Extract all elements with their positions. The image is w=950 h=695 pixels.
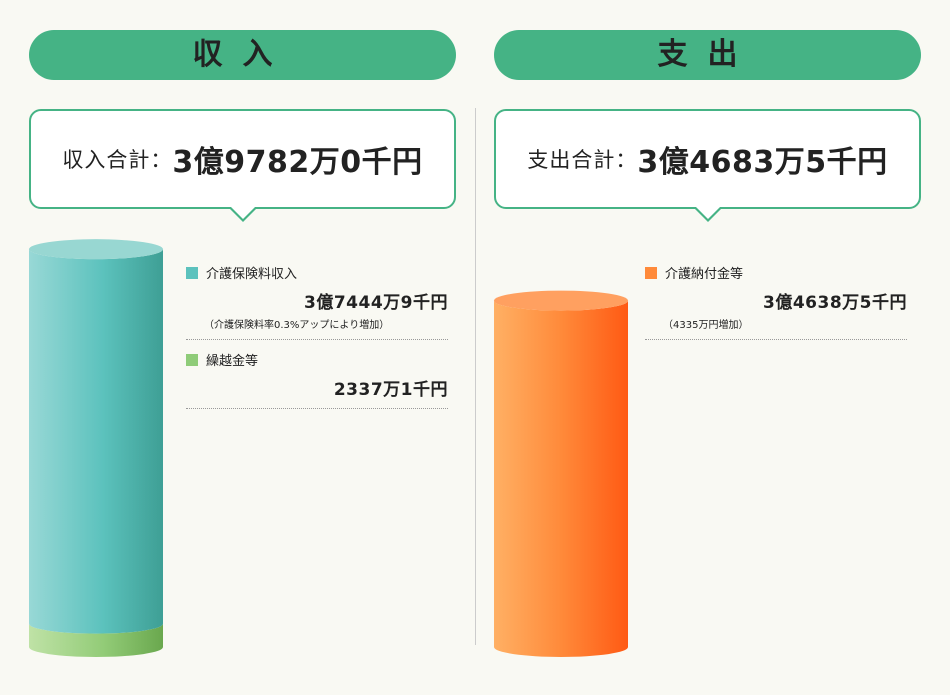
income-legend: 介護保険料収入 3億7444万9千円 （介護保険料率0.3%アップにより増加） … [186, 263, 448, 419]
legend-note: （4335万円増加） [663, 320, 749, 331]
legend-amount: 2337万1千円 [333, 380, 448, 400]
expense-legend: 介護納付金等 3億4638万5千円 （4335万円増加） [645, 263, 907, 350]
legend-item-payment: 介護納付金等 3億4638万5千円 （4335万円増加） [645, 263, 907, 340]
legend-swatch [186, 353, 198, 366]
legend-item-carryover: 繰越金等 2337万1千円 [186, 350, 448, 409]
legend-item-premium: 介護保険料収入 3億7444万9千円 （介護保険料率0.3%アップにより増加） [186, 263, 448, 340]
bar-payment [494, 300, 628, 657]
legend-label: 介護納付金等 [665, 267, 744, 282]
bar-payment-top [494, 290, 628, 311]
legend-amount: 3億7444万9千円 [304, 293, 448, 313]
bar-premium-top [29, 239, 163, 260]
legend-note: （介護保険料率0.3%アップにより増加） [204, 320, 390, 331]
legend-label: 繰越金等 [206, 354, 259, 369]
legend-swatch [186, 266, 198, 279]
legend-label: 介護保険料収入 [206, 267, 298, 282]
bar-premium [29, 249, 163, 634]
legend-swatch [645, 266, 657, 279]
legend-amount: 3億4638万5千円 [763, 293, 907, 313]
